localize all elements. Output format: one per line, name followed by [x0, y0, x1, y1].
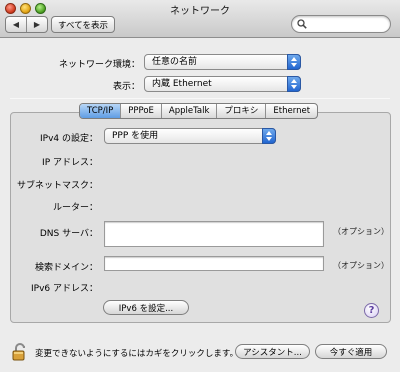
tab-pppoe[interactable]: PPPoE	[120, 104, 161, 118]
tab-appletalk[interactable]: AppleTalk	[160, 104, 216, 118]
tab-proxy[interactable]: プロキシ	[216, 104, 265, 118]
show-value: 内蔵 Ethernet	[152, 79, 212, 89]
popup-arrows-icon	[287, 54, 301, 70]
dns-server-field[interactable]	[104, 221, 324, 247]
divider	[10, 98, 390, 99]
ip-address-label: IP アドレス：	[42, 158, 98, 168]
forward-arrow-icon[interactable]: ▶	[26, 17, 47, 32]
ipv4-popup[interactable]: PPP を使用	[104, 128, 276, 144]
dns-optional-note: （オプション）	[333, 227, 389, 236]
magnifier-icon	[297, 19, 307, 29]
search-input[interactable]	[309, 18, 385, 30]
search-domain-optional-note: （オプション）	[333, 261, 389, 270]
popup-arrows-icon	[287, 76, 301, 92]
tab-ethernet[interactable]: Ethernet	[265, 104, 317, 118]
title-toolbar: ネットワーク ◀ ▶ すべてを表示	[0, 0, 400, 38]
popup-arrows-icon	[262, 128, 276, 144]
unlocked-padlock-icon[interactable]	[12, 343, 28, 361]
lock-instruction-text: 変更できないようにするにはカギをクリックします。	[35, 349, 239, 359]
ipv6-address-label: IPv6 アドレス：	[31, 284, 98, 294]
network-preferences-window: ネットワーク ◀ ▶ すべてを表示 ネットワーク環境： 任意の名前 表示： 内蔵…	[0, 0, 400, 372]
dns-label: DNS サーバ：	[39, 229, 98, 239]
back-forward-control: ◀ ▶	[5, 16, 48, 33]
search-field[interactable]	[291, 15, 391, 33]
location-value: 任意の名前	[152, 57, 198, 67]
configure-ipv6-button[interactable]: IPv6 を設定...	[103, 300, 189, 315]
back-arrow-icon[interactable]: ◀	[6, 17, 26, 32]
tab-tcpip[interactable]: TCP/IP	[80, 104, 121, 118]
tab-bar: TCP/IP PPPoE AppleTalk プロキシ Ethernet	[79, 103, 319, 119]
show-popup[interactable]: 内蔵 Ethernet	[144, 76, 301, 92]
location-label: ネットワーク環境：	[58, 60, 140, 70]
router-label: ルーター：	[52, 203, 98, 213]
help-button[interactable]: ?	[364, 303, 379, 318]
ipv4-value: PPP を使用	[112, 131, 159, 141]
dns-server-input[interactable]	[105, 222, 323, 246]
show-label: 表示：	[112, 82, 140, 92]
assistant-button[interactable]: アシスタント...	[235, 344, 310, 359]
search-domain-label: 検索ドメイン：	[34, 263, 98, 273]
ipv4-label: IPv4 の設定：	[40, 134, 98, 144]
location-popup[interactable]: 任意の名前	[144, 54, 301, 70]
subnet-mask-label: サブネットマスク：	[16, 181, 98, 191]
search-domain-input[interactable]	[105, 257, 323, 270]
show-all-button[interactable]: すべてを表示	[51, 16, 115, 33]
search-domain-field[interactable]	[104, 256, 324, 271]
apply-now-button[interactable]: 今すぐ適用	[315, 344, 387, 359]
